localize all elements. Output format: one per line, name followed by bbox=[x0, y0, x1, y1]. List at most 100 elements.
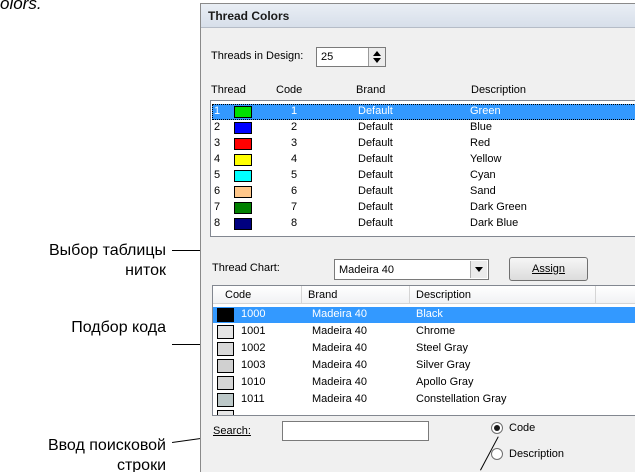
thread-code: 5 bbox=[291, 169, 298, 181]
chart-description: Black bbox=[416, 308, 443, 320]
thread-number: 5 bbox=[214, 169, 221, 181]
thread-code: 6 bbox=[291, 185, 298, 197]
thread-description: Red bbox=[470, 137, 491, 149]
chart-description: Silver Gray bbox=[416, 359, 471, 371]
chart-row[interactable]: 1010 Madeira 40 Apollo Gray bbox=[213, 375, 635, 391]
header-brand[interactable]: Brand bbox=[356, 84, 385, 96]
color-swatch bbox=[234, 138, 252, 150]
caption-fragment: olors. bbox=[0, 0, 42, 13]
thread-row[interactable]: 6 6 Default Sand bbox=[212, 184, 635, 200]
thread-brand: Default bbox=[358, 169, 393, 181]
thread-row[interactable]: 5 5 Default Cyan bbox=[212, 168, 635, 184]
threads-in-design-spinner[interactable]: 25 bbox=[316, 47, 386, 67]
thread-chart-label: Thread Chart: bbox=[212, 262, 280, 274]
thread-brand: Default bbox=[358, 153, 393, 165]
annotation-search-line2: строки bbox=[116, 457, 166, 472]
chart-row[interactable]: 1002 Madeira 40 Steel Gray bbox=[213, 341, 635, 357]
thread-description: Yellow bbox=[470, 153, 502, 165]
thread-row[interactable]: 4 4 Default Yellow bbox=[212, 152, 635, 168]
search-label: Search: bbox=[213, 425, 251, 437]
thread-number: 6 bbox=[214, 185, 221, 197]
spin-down-icon[interactable] bbox=[373, 58, 381, 63]
chevron-down-icon[interactable] bbox=[470, 261, 487, 278]
thread-row[interactable]: 7 7 Default Dark Green bbox=[212, 200, 635, 216]
assign-button[interactable]: Assign bbox=[509, 257, 588, 281]
radio-code-label[interactable]: Code bbox=[509, 422, 535, 434]
color-swatch bbox=[234, 202, 252, 214]
chart-description: Constellation Gray bbox=[416, 393, 507, 405]
thread-code: 3 bbox=[291, 137, 298, 149]
thread-number: 3 bbox=[214, 137, 221, 149]
column-divider[interactable] bbox=[301, 286, 302, 304]
chart-row[interactable]: 1003 Madeira 40 Silver Gray bbox=[213, 358, 635, 374]
thread-number: 1 bbox=[214, 105, 221, 117]
thread-chart-list[interactable]: Code Brand Description 1000 Madeira 40 B… bbox=[212, 285, 635, 416]
thread-number: 2 bbox=[214, 121, 221, 133]
thread-brand: Default bbox=[358, 121, 393, 133]
chart-brand: Madeira 40 bbox=[312, 342, 368, 354]
thread-row[interactable]: 1 1 Default Green bbox=[212, 104, 635, 120]
thread-number: 4 bbox=[214, 153, 221, 165]
radio-code[interactable] bbox=[491, 422, 503, 434]
chart-brand: Madeira 40 bbox=[312, 325, 368, 337]
color-swatch bbox=[217, 376, 234, 390]
chart-row[interactable] bbox=[213, 409, 635, 415]
chart-row[interactable]: 1011 Madeira 40 Constellation Gray bbox=[213, 392, 635, 408]
radio-description-label[interactable]: Description bbox=[509, 448, 564, 460]
annotation-thread-chart-line2: ниток bbox=[125, 262, 166, 279]
header-description[interactable]: Description bbox=[416, 289, 471, 301]
search-input[interactable] bbox=[282, 421, 429, 441]
thread-description: Green bbox=[470, 105, 501, 117]
color-swatch bbox=[234, 218, 252, 230]
chart-brand: Madeira 40 bbox=[312, 376, 368, 388]
header-brand[interactable]: Brand bbox=[308, 289, 337, 301]
thread-row[interactable]: 8 8 Default Dark Blue bbox=[212, 216, 635, 232]
thread-brand: Default bbox=[358, 185, 393, 197]
color-swatch bbox=[217, 325, 234, 339]
thread-code: 4 bbox=[291, 153, 298, 165]
chart-brand: Madeira 40 bbox=[312, 359, 368, 371]
dialog-title: Thread Colors bbox=[201, 4, 635, 28]
chart-code: 1001 bbox=[241, 325, 266, 337]
header-thread[interactable]: Thread bbox=[211, 84, 246, 96]
thread-row[interactable]: 3 3 Default Red bbox=[212, 136, 635, 152]
thread-row[interactable]: 2 2 Default Blue bbox=[212, 120, 635, 136]
thread-description: Dark Green bbox=[470, 201, 527, 213]
thread-brand: Default bbox=[358, 217, 393, 229]
thread-brand: Default bbox=[358, 137, 393, 149]
column-divider[interactable] bbox=[409, 286, 410, 304]
chart-row[interactable]: 1000 Madeira 40 Black bbox=[213, 307, 635, 323]
color-swatch bbox=[234, 106, 252, 118]
header-code[interactable]: Code bbox=[225, 289, 251, 301]
thread-description: Sand bbox=[470, 185, 496, 197]
color-swatch bbox=[234, 170, 252, 182]
thread-list[interactable]: 1 1 Default Green 2 2 Default Blue 3 3 D… bbox=[210, 100, 635, 237]
annotation-search-line1: Ввод поисковой bbox=[47, 437, 166, 454]
thread-chart-select[interactable]: Madeira 40 bbox=[334, 259, 489, 280]
chart-code: 1010 bbox=[241, 376, 266, 388]
radio-description[interactable] bbox=[491, 448, 503, 460]
thread-brand: Default bbox=[358, 105, 393, 117]
chart-code: 1000 bbox=[241, 308, 266, 320]
threads-in-design-value[interactable]: 25 bbox=[321, 51, 333, 63]
thread-chart-value[interactable]: Madeira 40 bbox=[339, 264, 394, 276]
color-swatch bbox=[217, 359, 234, 373]
annotation-code-match: Подбор кода bbox=[71, 319, 166, 336]
spin-up-icon[interactable] bbox=[373, 51, 381, 56]
header-code[interactable]: Code bbox=[276, 84, 302, 96]
thread-code: 1 bbox=[291, 105, 298, 117]
header-description[interactable]: Description bbox=[471, 84, 526, 96]
chart-list-header: Code Brand Description bbox=[213, 286, 635, 304]
color-swatch bbox=[217, 393, 234, 407]
chart-row[interactable]: 1001 Madeira 40 Chrome bbox=[213, 324, 635, 340]
thread-description: Dark Blue bbox=[470, 217, 519, 229]
spinner-buttons[interactable] bbox=[368, 48, 385, 66]
chart-code: 1002 bbox=[241, 342, 266, 354]
annotation-thread-chart: Выбор таблицы ниток bbox=[49, 241, 166, 281]
thread-code: 8 bbox=[291, 217, 298, 229]
chart-description: Chrome bbox=[416, 325, 456, 337]
column-divider[interactable] bbox=[595, 286, 596, 304]
thread-code: 2 bbox=[291, 121, 298, 133]
chart-brand: Madeira 40 bbox=[312, 308, 368, 320]
color-swatch bbox=[217, 308, 234, 322]
